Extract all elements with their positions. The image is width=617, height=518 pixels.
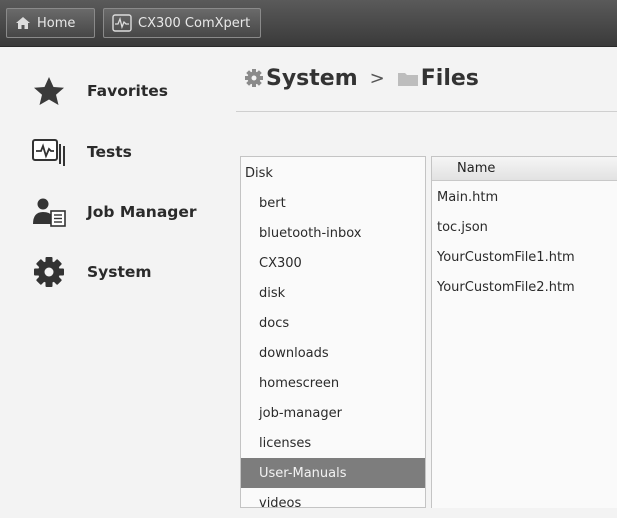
- file-list: Name Main.htm toc.json YourCustomFile1.h…: [431, 156, 617, 508]
- column-header-name[interactable]: Name: [432, 157, 617, 181]
- tree-item-selected[interactable]: User-Manuals: [241, 458, 425, 488]
- tree-item[interactable]: bluetooth-inbox: [241, 218, 425, 248]
- tree-item[interactable]: bert: [241, 188, 425, 218]
- tree-item[interactable]: licenses: [241, 428, 425, 458]
- gear-icon: [34, 257, 64, 287]
- breadcrumb-parent[interactable]: System: [266, 66, 358, 91]
- breadcrumb: System > Files: [244, 60, 479, 96]
- tree-item-disk[interactable]: Disk: [241, 158, 425, 188]
- file-item[interactable]: YourCustomFile1.htm: [437, 246, 575, 268]
- tree-item[interactable]: job-manager: [241, 398, 425, 428]
- home-tab-label: Home: [37, 15, 76, 31]
- file-item[interactable]: toc.json: [437, 216, 488, 238]
- top-bar: Home CX300 ComXpert: [0, 0, 617, 47]
- sidebar: Favorites Tests Job Manager System: [0, 47, 234, 508]
- file-item[interactable]: Main.htm: [437, 186, 498, 208]
- tree-item[interactable]: disk: [241, 278, 425, 308]
- waveform-icon: [112, 14, 132, 32]
- sidebar-item-system[interactable]: System: [0, 252, 234, 292]
- breadcrumb-separator: >: [369, 67, 385, 89]
- sidebar-item-tests[interactable]: Tests: [0, 132, 234, 172]
- app-tab-label: CX300 ComXpert: [138, 15, 251, 31]
- breadcrumb-current: Files: [420, 65, 479, 91]
- gear-icon: [245, 69, 263, 87]
- home-tab[interactable]: Home: [6, 8, 95, 38]
- tree-item[interactable]: downloads: [241, 338, 425, 368]
- sidebar-item-job-manager[interactable]: Job Manager: [0, 192, 234, 232]
- sidebar-item-label: Job Manager: [87, 203, 197, 221]
- folder-tree: Disk bert bluetooth-inbox CX300 disk doc…: [240, 156, 426, 511]
- header-divider: [236, 111, 617, 112]
- tree-item[interactable]: homescreen: [241, 368, 425, 398]
- sidebar-item-favorites[interactable]: Favorites: [0, 71, 234, 111]
- sidebar-item-label: Favorites: [87, 82, 168, 100]
- folder-icon: [397, 73, 418, 86]
- sidebar-item-label: System: [87, 263, 152, 281]
- job-manager-icon: [33, 198, 66, 227]
- app-tab[interactable]: CX300 ComXpert: [103, 8, 261, 38]
- tree-item[interactable]: docs: [241, 308, 425, 338]
- star-icon: [34, 77, 64, 105]
- tree-item[interactable]: CX300: [241, 248, 425, 278]
- tree-item[interactable]: videos: [241, 488, 425, 518]
- file-item[interactable]: YourCustomFile2.htm: [437, 276, 575, 298]
- tests-icon: [32, 139, 65, 166]
- home-icon: [16, 17, 30, 29]
- sidebar-item-label: Tests: [87, 143, 132, 161]
